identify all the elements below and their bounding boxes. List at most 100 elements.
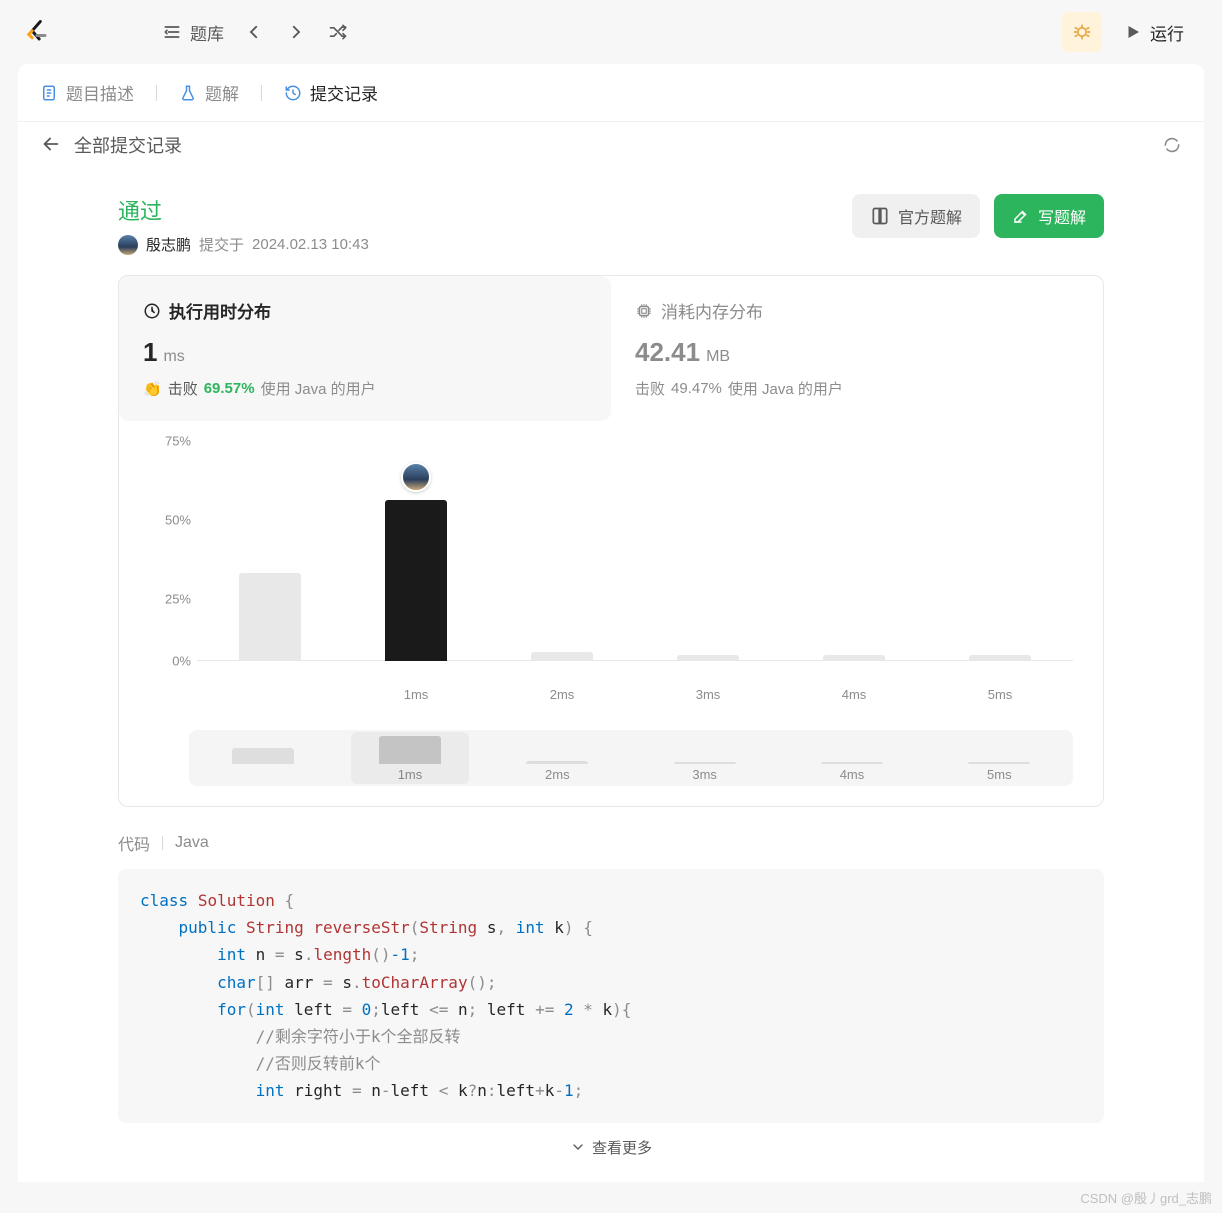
chart-bar-column[interactable] bbox=[781, 441, 927, 661]
refresh-icon bbox=[1162, 135, 1182, 155]
shuffle-icon bbox=[328, 22, 348, 42]
mini-chart-bar bbox=[968, 762, 1030, 764]
next-button[interactable] bbox=[284, 20, 308, 44]
run-button[interactable]: 运行 bbox=[1110, 12, 1198, 53]
chart-bar bbox=[531, 652, 593, 661]
user-avatar[interactable] bbox=[118, 235, 138, 255]
chart-bar-column[interactable] bbox=[343, 441, 489, 661]
flask-icon bbox=[179, 84, 197, 102]
chart-main: 75% 50% 25% 0% bbox=[149, 441, 1073, 681]
chart-bar bbox=[677, 655, 739, 661]
chart-plot bbox=[197, 441, 1073, 661]
clap-icon: 👏 bbox=[143, 380, 162, 398]
memory-beat-label: 击败 bbox=[635, 378, 665, 399]
main-panel: 题目描述 题解 提交记录 全部提交记录 通过 bbox=[18, 64, 1204, 1182]
chart-bar bbox=[823, 655, 885, 661]
official-solution-label: 官方题解 bbox=[898, 204, 962, 228]
bug-icon bbox=[1072, 22, 1092, 42]
tab-solution[interactable]: 题解 bbox=[179, 80, 239, 105]
edit-icon bbox=[1012, 207, 1030, 225]
stats-container: 执行用时分布 1 ms 👏 击败 69.57% 使用 Java 的用户 bbox=[118, 275, 1104, 807]
runtime-beat-label: 击败 bbox=[168, 378, 198, 399]
book-icon bbox=[870, 206, 890, 226]
chart-xlabel: 5ms bbox=[927, 681, 1073, 702]
submitted-prefix: 提交于 bbox=[199, 234, 244, 255]
chevron-left-icon bbox=[245, 23, 263, 41]
mini-chart-label: 2ms bbox=[545, 767, 570, 782]
code-language: Java bbox=[175, 834, 209, 852]
username[interactable]: 殷志鹏 bbox=[146, 234, 191, 255]
chevron-down-icon bbox=[570, 1139, 586, 1155]
back-label: 全部提交记录 bbox=[74, 132, 182, 158]
problems-label: 题库 bbox=[190, 20, 224, 45]
ytick: 25% bbox=[165, 592, 191, 607]
ytick: 0% bbox=[172, 654, 191, 669]
memory-beat-suffix: 使用 Java 的用户 bbox=[728, 378, 843, 399]
chart-xlabels: 1ms2ms3ms4ms5ms bbox=[197, 681, 1073, 702]
watermark: CSDN @殷丿grd_志鹏 bbox=[1080, 1188, 1212, 1207]
mini-chart-column: 5ms bbox=[926, 762, 1073, 782]
runtime-mini-chart[interactable]: 1ms2ms3ms4ms5ms bbox=[189, 730, 1073, 786]
runtime-card[interactable]: 执行用时分布 1 ms 👏 击败 69.57% 使用 Java 的用户 bbox=[119, 276, 611, 421]
submitted-time: 2024.02.13 10:43 bbox=[252, 236, 369, 253]
memory-beat: 击败 49.47% 使用 Java 的用户 bbox=[635, 378, 1079, 399]
arrow-left-icon bbox=[40, 133, 62, 155]
leetcode-logo-icon[interactable] bbox=[24, 18, 52, 46]
runtime-value: 1 bbox=[143, 337, 157, 368]
mini-chart-column: 3ms bbox=[631, 762, 778, 782]
memory-card[interactable]: 消耗内存分布 42.41 MB 击败 49.47% 使用 Java 的用户 bbox=[611, 276, 1103, 421]
chart-bar-column[interactable] bbox=[635, 441, 781, 661]
mini-chart-column: 4ms bbox=[778, 762, 925, 782]
tab-submissions[interactable]: 提交记录 bbox=[284, 80, 378, 105]
back-button[interactable] bbox=[40, 133, 64, 157]
chart-bar bbox=[969, 655, 1031, 661]
ytick: 75% bbox=[165, 434, 191, 449]
clock-icon bbox=[143, 302, 161, 320]
memory-value-row: 42.41 MB bbox=[635, 337, 1079, 368]
write-solution-button[interactable]: 写题解 bbox=[994, 194, 1104, 238]
list-icon bbox=[162, 22, 182, 42]
prev-button[interactable] bbox=[242, 20, 266, 44]
chart-xlabel bbox=[197, 681, 343, 702]
official-solution-button[interactable]: 官方题解 bbox=[852, 194, 980, 238]
chart-bar bbox=[385, 500, 447, 661]
runtime-title: 执行用时分布 bbox=[143, 298, 587, 323]
chart-bar-column[interactable] bbox=[927, 441, 1073, 661]
document-icon bbox=[40, 84, 58, 102]
chip-icon bbox=[635, 302, 653, 320]
mini-chart-column: 2ms bbox=[484, 761, 631, 782]
back-row: 全部提交记录 bbox=[18, 121, 1204, 168]
mini-chart-column bbox=[189, 748, 336, 782]
tab-description[interactable]: 题目描述 bbox=[40, 80, 134, 105]
shuffle-button[interactable] bbox=[326, 20, 350, 44]
runtime-beat: 👏 击败 69.57% 使用 Java 的用户 bbox=[143, 378, 587, 399]
memory-title: 消耗内存分布 bbox=[635, 298, 1079, 323]
status-left: 通过 殷志鹏 提交于 2024.02.13 10:43 bbox=[118, 194, 852, 255]
chart-bars bbox=[197, 441, 1073, 661]
code-block: class Solution { public String reverseSt… bbox=[118, 869, 1104, 1123]
mini-chart-label bbox=[261, 767, 265, 782]
debug-button[interactable] bbox=[1062, 12, 1102, 52]
toolbar-nav: 题库 bbox=[162, 20, 350, 45]
toolbar-right: 运行 bbox=[1062, 12, 1198, 53]
refresh-button[interactable] bbox=[1162, 135, 1182, 155]
chevron-right-icon bbox=[287, 23, 305, 41]
chart-xlabel: 3ms bbox=[635, 681, 781, 702]
chart-xlabel: 1ms bbox=[343, 681, 489, 702]
chart-bar-column[interactable] bbox=[489, 441, 635, 661]
mini-chart-bar bbox=[821, 762, 883, 764]
mini-chart-label: 5ms bbox=[987, 767, 1012, 782]
show-more-label: 查看更多 bbox=[592, 1137, 652, 1158]
mini-chart-label: 4ms bbox=[840, 767, 865, 782]
submit-meta: 殷志鹏 提交于 2024.02.13 10:43 bbox=[118, 234, 852, 255]
code-divider bbox=[162, 836, 163, 850]
chart-xlabel: 2ms bbox=[489, 681, 635, 702]
mini-chart-bar bbox=[232, 748, 294, 764]
problems-button[interactable]: 题库 bbox=[162, 20, 224, 45]
chart-bar-column[interactable] bbox=[197, 441, 343, 661]
status-header: 通过 殷志鹏 提交于 2024.02.13 10:43 官方题解 写题解 bbox=[118, 194, 1104, 255]
show-more-button[interactable]: 查看更多 bbox=[118, 1123, 1104, 1162]
tabs-row: 题目描述 题解 提交记录 bbox=[18, 64, 1204, 121]
code-header: 代码 Java bbox=[118, 831, 1104, 855]
tab-submissions-label: 提交记录 bbox=[310, 80, 378, 105]
